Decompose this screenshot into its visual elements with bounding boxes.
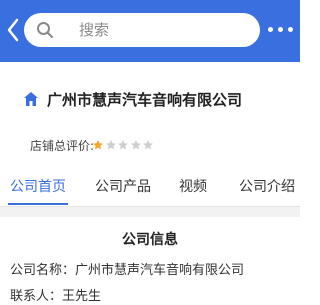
row-label: 公司名称：	[10, 263, 76, 278]
contact-row: 联系人：王先生	[10, 289, 101, 305]
star-icon	[118, 140, 128, 150]
section-title: 公司信息	[122, 232, 178, 248]
star-icon	[143, 140, 153, 150]
company-name-row: 公司名称：广州市慧声汽车音响有限公司	[10, 263, 244, 279]
row-label: 联系人：	[10, 289, 63, 304]
top-header: 搜索	[0, 0, 300, 62]
rating-stars	[92, 139, 154, 153]
row-value: 王先生	[62, 289, 102, 304]
shop-name: 广州市慧声汽车音响有限公司	[47, 91, 243, 109]
tab-products[interactable]: 公司产品	[95, 178, 151, 196]
star-icon	[93, 140, 103, 150]
more-icon[interactable]	[268, 27, 294, 33]
rating-label: 店铺总评价:	[30, 139, 95, 153]
tab-video[interactable]: 视频	[179, 178, 207, 196]
back-icon[interactable]	[5, 17, 21, 43]
tab-about[interactable]: 公司介绍	[239, 178, 295, 196]
row-value: 广州市慧声汽车音响有限公司	[75, 263, 245, 278]
company-info-section: 公司信息 公司名称：广州市慧声汽车音响有限公司 联系人：王先生	[0, 217, 300, 304]
home-icon	[24, 92, 38, 106]
tab-bar: 公司首页 公司产品 视频 公司介绍	[0, 170, 300, 207]
section-divider	[0, 207, 300, 217]
active-tab-indicator	[8, 203, 68, 205]
search-input[interactable]: 搜索	[24, 13, 260, 47]
star-icon	[105, 140, 116, 150]
star-icon	[130, 140, 141, 150]
search-placeholder: 搜索	[79, 21, 110, 39]
search-icon	[37, 22, 53, 38]
tab-home[interactable]: 公司首页	[10, 178, 66, 196]
shop-info-card: 广州市慧声汽车音响有限公司 店铺总评价:	[0, 62, 300, 170]
